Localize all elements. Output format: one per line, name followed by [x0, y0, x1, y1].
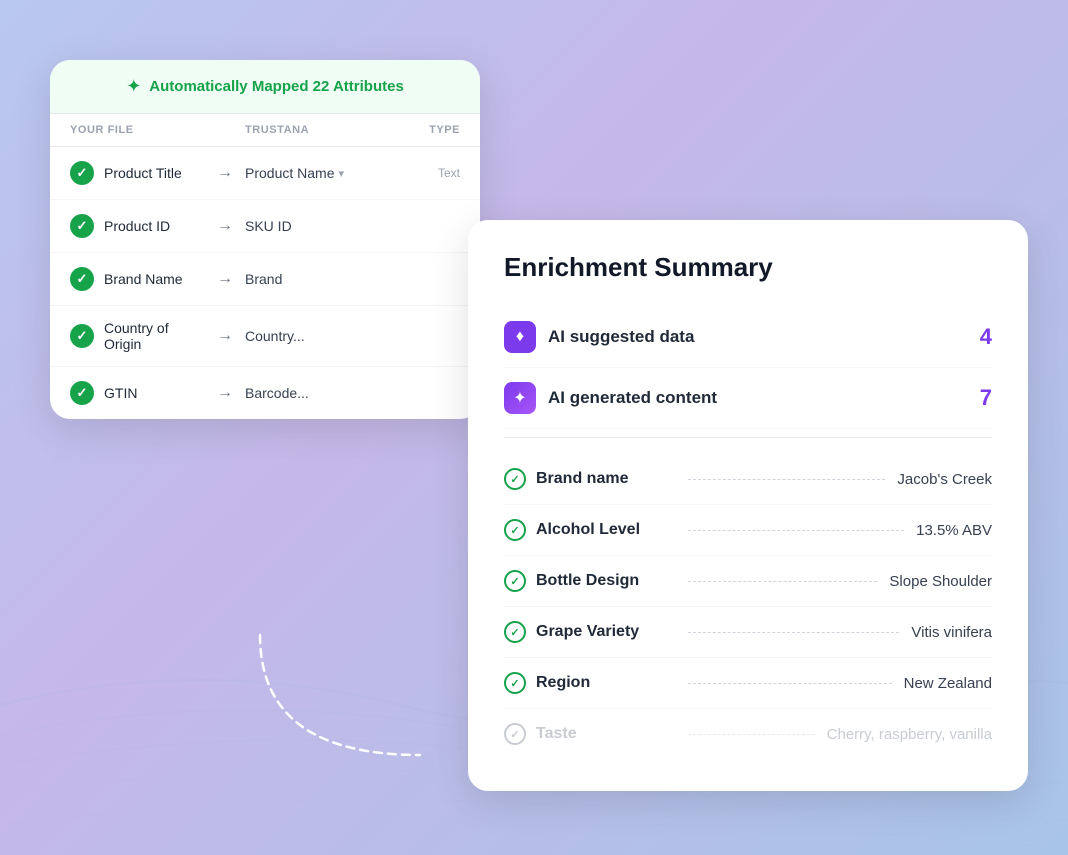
- ai-suggested-icon: ♦: [504, 321, 536, 353]
- arrow-icon: →: [205, 327, 245, 345]
- row-left: Brand Name: [70, 267, 205, 291]
- trustana-value: Product Name: [245, 165, 334, 181]
- list-item: Grape Variety Vitis vinifera: [504, 607, 992, 658]
- connector-line: [200, 615, 480, 775]
- attr-check-icon: [504, 570, 526, 592]
- divider: [504, 437, 992, 438]
- row-your-file-label: Country of Origin: [104, 320, 205, 352]
- trustana-cell: SKU ID: [245, 218, 380, 234]
- trustana-value: Barcode...: [245, 385, 309, 401]
- col-arrow: [205, 124, 245, 136]
- mapping-col-headers: YOUR FILE TRUSTANA TYPE: [50, 114, 480, 147]
- attr-dots: [688, 734, 815, 735]
- arrow-icon: →: [205, 164, 245, 182]
- col-your-file: YOUR FILE: [70, 124, 205, 136]
- table-row: Country of Origin → Country...: [50, 306, 480, 367]
- trustana-cell: Brand: [245, 271, 380, 287]
- sparkle-icon: ✦: [126, 76, 141, 97]
- attr-name: Brand name: [536, 470, 676, 488]
- attr-value: Cherry, raspberry, vanilla: [827, 726, 992, 743]
- table-row: Product ID → SKU ID: [50, 200, 480, 253]
- attr-value: Jacob's Creek: [897, 471, 992, 488]
- row-left: GTIN: [70, 381, 205, 405]
- list-item: Taste Cherry, raspberry, vanilla: [504, 709, 992, 759]
- check-icon: [70, 267, 94, 291]
- attr-name: Bottle Design: [536, 572, 676, 590]
- enrichment-card: Enrichment Summary ♦ AI suggested data 4…: [468, 220, 1028, 791]
- trustana-cell: Barcode...: [245, 385, 380, 401]
- list-item: Alcohol Level 13.5% ABV: [504, 505, 992, 556]
- attr-check-icon: [504, 468, 526, 490]
- col-type: TYPE: [380, 124, 460, 136]
- attr-dots: [688, 683, 892, 684]
- trustana-value: Brand: [245, 271, 282, 287]
- enrichment-title: Enrichment Summary: [504, 252, 992, 283]
- row-your-file-label: Product Title: [104, 165, 182, 181]
- row-left: Product ID: [70, 214, 205, 238]
- attr-name: Grape Variety: [536, 623, 676, 641]
- attr-value: Slope Shoulder: [889, 573, 992, 590]
- table-row: Brand Name → Brand: [50, 253, 480, 306]
- col-trustana: TRUSTANA: [245, 124, 380, 136]
- ai-suggested-label: AI suggested data: [548, 327, 968, 347]
- row-your-file-label: GTIN: [104, 385, 137, 401]
- attr-value: Vitis vinifera: [911, 624, 992, 641]
- list-item: Bottle Design Slope Shoulder: [504, 556, 992, 607]
- attr-dots: [688, 479, 885, 480]
- arrow-icon: →: [205, 384, 245, 402]
- ai-generated-row: ✦ AI generated content 7: [504, 368, 992, 429]
- list-item: Brand name Jacob's Creek: [504, 454, 992, 505]
- attr-check-icon: [504, 621, 526, 643]
- attr-name: Alcohol Level: [536, 521, 676, 539]
- attr-value: New Zealand: [904, 675, 992, 692]
- row-left: Product Title: [70, 161, 205, 185]
- trustana-cell: Country...: [245, 328, 380, 344]
- attr-check-icon: [504, 519, 526, 541]
- attr-dots: [688, 581, 877, 582]
- table-row: Product Title → Product Name ▾ Text: [50, 147, 480, 200]
- trustana-cell[interactable]: Product Name ▾: [245, 165, 380, 181]
- attr-check-icon: [504, 672, 526, 694]
- mapping-card: ✦ Automatically Mapped 22 Attributes YOU…: [50, 60, 480, 419]
- ai-suggested-count: 4: [980, 324, 992, 350]
- attr-name: Region: [536, 674, 676, 692]
- attr-dots: [688, 530, 904, 531]
- arrow-icon: →: [205, 217, 245, 235]
- type-badge: Text: [380, 166, 460, 180]
- check-icon: [70, 381, 94, 405]
- attr-value: 13.5% ABV: [916, 522, 992, 539]
- ai-generated-label: AI generated content: [548, 388, 968, 408]
- ai-suggested-row: ♦ AI suggested data 4: [504, 307, 992, 368]
- check-icon: [70, 214, 94, 238]
- trustana-value: SKU ID: [245, 218, 292, 234]
- ai-generated-count: 7: [980, 385, 992, 411]
- arrow-icon: →: [205, 270, 245, 288]
- attr-check-icon: [504, 723, 526, 745]
- row-left: Country of Origin: [70, 320, 205, 352]
- ai-generated-icon: ✦: [504, 382, 536, 414]
- page-container: ✦ Automatically Mapped 22 Attributes YOU…: [0, 0, 1068, 855]
- attr-name: Taste: [536, 725, 676, 743]
- trustana-value: Country...: [245, 328, 305, 344]
- row-your-file-label: Product ID: [104, 218, 170, 234]
- mapping-table: YOUR FILE TRUSTANA TYPE Product Title → …: [50, 114, 480, 419]
- check-icon: [70, 161, 94, 185]
- mapping-header: ✦ Automatically Mapped 22 Attributes: [50, 60, 480, 114]
- check-icon: [70, 324, 94, 348]
- table-row: GTIN → Barcode...: [50, 367, 480, 419]
- row-your-file-label: Brand Name: [104, 271, 183, 287]
- dropdown-arrow-icon: ▾: [338, 167, 344, 180]
- mapping-header-text: Automatically Mapped 22 Attributes: [149, 78, 404, 95]
- attr-dots: [688, 632, 899, 633]
- list-item: Region New Zealand: [504, 658, 992, 709]
